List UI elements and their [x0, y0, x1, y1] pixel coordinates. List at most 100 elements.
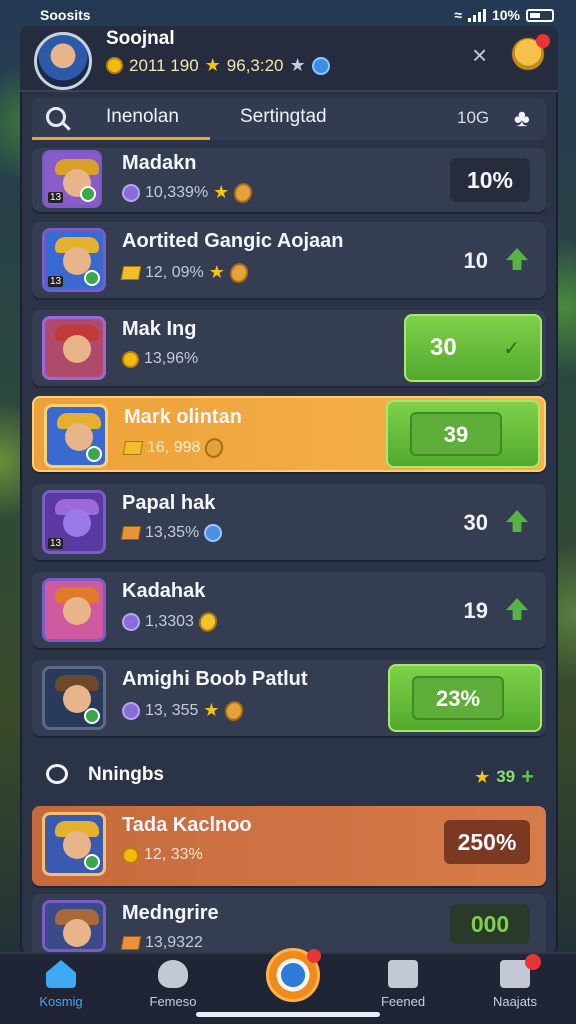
character-portrait: 13 [42, 228, 106, 292]
up-arrow-icon [506, 510, 528, 532]
avatar[interactable] [34, 32, 92, 90]
section-stat: ★ 39 + [474, 764, 534, 790]
row-name: Kadahak [122, 580, 206, 602]
row-stats: 10,339% ★ [122, 180, 256, 205]
nav-label: Naajats [492, 994, 538, 1009]
nav-label: Feened [380, 994, 426, 1009]
row-stats: 16, 998 [122, 435, 227, 461]
row-stats: 12, 33% [122, 846, 203, 864]
star-icon: ★ [203, 700, 220, 720]
row-name: Mark olintan [124, 406, 242, 428]
status-app-name: Soosits [40, 7, 91, 23]
row-stats: 13,9322 [120, 934, 203, 952]
heart-icon [158, 960, 188, 988]
star-count: 96,3:20 [226, 55, 284, 75]
row-stats: 13,96% [122, 350, 198, 368]
nav-label: Femeso [149, 994, 197, 1009]
list-item[interactable]: Tada Kaclnoo 12, 33% 250% [32, 806, 546, 886]
character-portrait [42, 316, 106, 380]
chevron-down-icon: ✓ [503, 338, 520, 360]
list-item[interactable]: Amighi Boob Patlut 13, 355 ★ 23% [32, 660, 546, 736]
claim-button[interactable]: 23% [388, 664, 542, 732]
signal-icon [467, 8, 486, 22]
orange-gem-icon [120, 526, 142, 540]
row-stat-value: 16, 998 [147, 439, 201, 456]
battery-icon [526, 8, 554, 22]
coin-icon [122, 846, 139, 864]
level-badge: 13 [48, 192, 64, 203]
row-value: 250% [444, 820, 530, 864]
list-item[interactable]: 13 Papal hak 13,35% 30 [32, 484, 546, 560]
section-title: Nningbs [88, 764, 164, 785]
nav-home[interactable]: Kosmig [16, 960, 106, 1009]
blue-badge-icon [311, 56, 330, 75]
face-shape [63, 919, 91, 947]
tab-sertingtad[interactable]: Sertingtad [240, 106, 327, 128]
row-name: Papal hak [122, 492, 216, 514]
star-icon: ★ [213, 182, 230, 202]
profile-badge-button[interactable] [510, 34, 550, 72]
claim-button-value: 39 [443, 422, 469, 447]
list-item[interactable]: 13 Madakn 10,339% ★ 10% [32, 148, 546, 212]
check-badge-icon [84, 270, 100, 286]
level-badge: 13 [48, 538, 64, 549]
status-indicators: ≈ 10% [454, 7, 554, 23]
row-stat-value: 13,35% [145, 524, 200, 541]
star-icon: ★ [204, 55, 221, 75]
battery-percentage: 10% [491, 7, 520, 23]
section-header: Nningbs ★ 39 + [32, 754, 546, 798]
profile-stats: 2011 190 ★ 96,3:20 ★ [106, 55, 330, 76]
section-stat-value: 39 [496, 767, 516, 786]
up-arrow-icon [506, 248, 528, 270]
notification-dot [536, 34, 550, 48]
chat-icon [46, 764, 68, 784]
wifi-icon: ≈ [454, 7, 462, 23]
tab-inenolan[interactable]: Inenolan [106, 106, 179, 128]
home-indicator[interactable] [196, 1012, 380, 1017]
row-value: 30 [463, 510, 488, 535]
row-name: Mak Ing [122, 318, 197, 340]
nav-heart[interactable]: Femeso [128, 960, 218, 1009]
profile-header: Soojnal 2011 190 ★ 96,3:20 ★ × [20, 26, 558, 92]
blue-gem-icon [204, 524, 223, 542]
row-stat-value: 12, 09% [145, 263, 204, 281]
star-icon: ★ [474, 766, 491, 787]
character-portrait [42, 666, 106, 730]
tabs-count: 10G [457, 108, 490, 127]
active-tab-indicator [32, 137, 210, 140]
character-portrait [42, 812, 106, 876]
check-badge-icon [86, 446, 102, 462]
row-value: 10 [463, 248, 488, 273]
egg-icon [221, 698, 246, 723]
claim-button-inner: 23% [412, 676, 504, 720]
nav-messages[interactable]: Naajats [470, 960, 560, 1009]
gold-gem-icon [122, 441, 144, 455]
plus-icon[interactable]: + [521, 764, 534, 790]
list-item-highlighted[interactable]: Mark olintan 16, 998 39 [32, 396, 546, 472]
row-value: 10% [450, 158, 530, 202]
character-portrait [42, 578, 106, 642]
row-value: 000 [450, 904, 530, 944]
row-stats: 13,35% [120, 524, 223, 542]
claim-button-value: 23% [435, 686, 481, 711]
level-badge: 13 [48, 276, 64, 287]
nav-feed[interactable]: Feened [358, 960, 448, 1009]
claim-button[interactable]: 30 ✓ [404, 314, 542, 382]
list-item[interactable]: Kadahak 1,3303 19 [32, 572, 546, 648]
claim-button[interactable]: 39 [386, 400, 540, 468]
gem-icon [122, 183, 140, 202]
play-center-button[interactable] [266, 948, 321, 1002]
search-icon[interactable] [46, 107, 66, 127]
row-stat-value: 13, 355 [145, 701, 199, 719]
clover-icon[interactable]: ♣ [514, 105, 530, 133]
face-shape [63, 335, 91, 363]
character-portrait: 13 [42, 150, 102, 208]
profile-name: Soojnal [106, 28, 175, 49]
claim-button-value: 30 [430, 334, 457, 361]
row-name: Amighi Boob Patlut [122, 668, 308, 690]
close-icon[interactable]: × [472, 40, 487, 71]
gem-icon [122, 613, 140, 631]
list-item[interactable]: Mak Ing 13,96% 30 ✓ [32, 310, 546, 386]
list-item[interactable]: 13 Aortited Gangic Aojaan 12, 09% ★ 10 [32, 222, 546, 298]
list-item[interactable]: Medngrire 13,9322 000 [32, 894, 546, 952]
